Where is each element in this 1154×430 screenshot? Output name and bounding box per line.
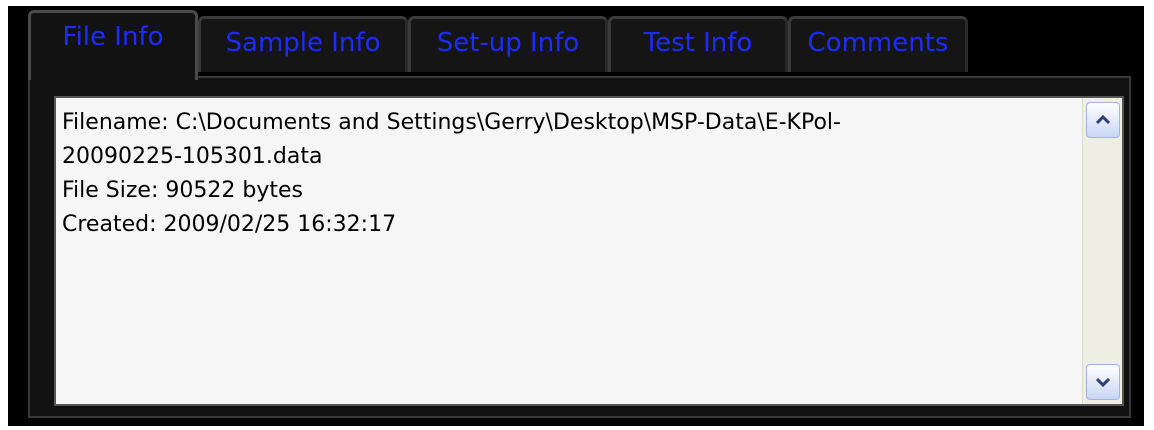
tab-test-info[interactable]: Test Info xyxy=(608,16,788,72)
file-info-text: Filename: C:\Documents and Settings\Gerr… xyxy=(62,106,1072,242)
tab-setup-info[interactable]: Set-up Info xyxy=(408,16,608,72)
chevron-down-icon xyxy=(1095,371,1111,392)
file-info-textbox[interactable]: Filename: C:\Documents and Settings\Gerr… xyxy=(54,96,1124,406)
tab-panel-file-info: Filename: C:\Documents and Settings\Gerr… xyxy=(28,76,1131,418)
file-size-line: File Size: 90522 bytes xyxy=(62,178,303,203)
tab-comments[interactable]: Comments xyxy=(788,16,968,72)
scroll-down-button[interactable] xyxy=(1086,364,1120,400)
created-line: Created: 2009/02/25 16:32:17 xyxy=(62,212,397,237)
filename-line: Filename: C:\Documents and Settings\Gerr… xyxy=(62,110,841,135)
tab-file-info[interactable]: File Info xyxy=(28,10,198,80)
scroll-up-button[interactable] xyxy=(1086,102,1120,138)
tab-sample-info[interactable]: Sample Info xyxy=(198,16,408,72)
vertical-scrollbar[interactable] xyxy=(1082,98,1122,404)
chevron-up-icon xyxy=(1095,109,1111,130)
tab-strip: File Info Sample Info Set-up Info Test I… xyxy=(8,6,1144,80)
tab-control: File Info Sample Info Set-up Info Test I… xyxy=(8,6,1144,426)
filename-line-continued: 20090225-105301.data xyxy=(62,144,323,169)
